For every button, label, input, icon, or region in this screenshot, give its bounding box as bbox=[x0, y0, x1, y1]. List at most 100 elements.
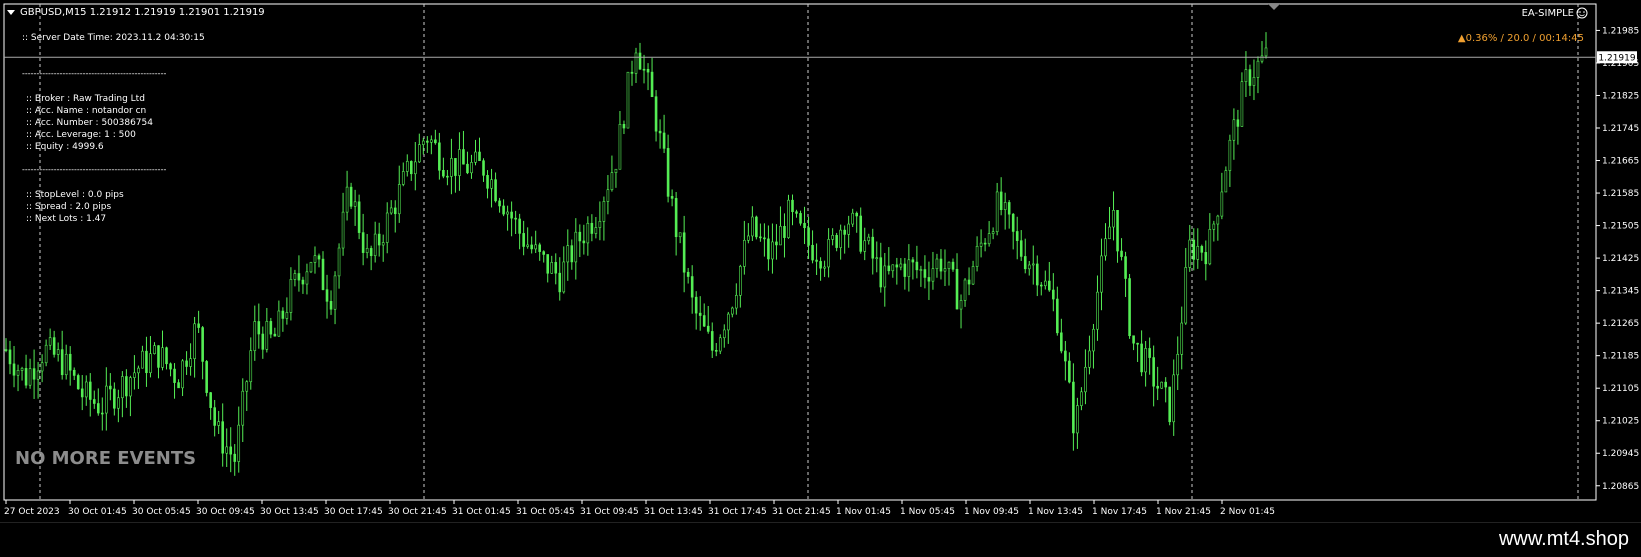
candle-body bbox=[361, 232, 365, 253]
y-tick-label: 1.21105 bbox=[1602, 384, 1639, 394]
chart-frame[interactable]: 1.21985 1.21905 1.21825 1.21745 1.21665 1.215… bbox=[0, 0, 1641, 522]
y-tick-label: 1.21585 bbox=[1602, 189, 1639, 199]
candle-body bbox=[731, 307, 734, 315]
candle-body bbox=[60, 349, 64, 376]
candle-body bbox=[293, 273, 297, 280]
candle-body bbox=[951, 261, 955, 270]
candle-body bbox=[52, 337, 56, 355]
candle-body bbox=[1216, 215, 1220, 225]
y-tick-label: 1.21025 bbox=[1602, 417, 1639, 427]
candle-body bbox=[739, 266, 742, 296]
candle-body bbox=[325, 289, 329, 302]
x-tick-label: 30 Oct 17:45 bbox=[324, 507, 383, 517]
candle-body bbox=[943, 268, 947, 272]
candle-body bbox=[803, 222, 806, 229]
candle-body bbox=[249, 350, 253, 383]
candle-body bbox=[771, 241, 774, 260]
candle-body bbox=[871, 236, 875, 259]
candle-body bbox=[44, 344, 48, 364]
candle-body bbox=[726, 313, 730, 331]
x-tick-label: 31 Oct 09:45 bbox=[580, 507, 639, 517]
candle-body bbox=[1124, 256, 1127, 279]
candle-body bbox=[1264, 47, 1268, 57]
candle-body bbox=[863, 240, 867, 252]
candle-body bbox=[1196, 246, 1200, 260]
candle-body bbox=[145, 350, 148, 374]
candle-body bbox=[1100, 255, 1103, 293]
symbol-header: GBPUSD,M15 1.21912 1.21919 1.21901 1.219… bbox=[20, 7, 265, 18]
y-axis: 1.219851.219051.218251.217451.216651.215… bbox=[1596, 26, 1639, 492]
candle-body bbox=[827, 239, 830, 268]
candle-body bbox=[225, 446, 229, 454]
info-broker: :: Broker : Raw Trading Ltd bbox=[26, 94, 145, 104]
ea-name-label: EA-SIMPLE bbox=[1522, 8, 1574, 19]
candle-body bbox=[594, 227, 598, 234]
candle-body bbox=[662, 132, 666, 149]
footer-site: www.mt4.shop bbox=[1498, 528, 1629, 550]
candle-body bbox=[1023, 256, 1027, 270]
candle-body bbox=[233, 453, 237, 462]
candle-body bbox=[289, 279, 293, 313]
candle-body bbox=[999, 191, 1003, 211]
y-tick-label: 1.21825 bbox=[1602, 91, 1639, 101]
candle-body bbox=[28, 368, 32, 386]
candle-body bbox=[1132, 335, 1135, 344]
candle-body bbox=[454, 158, 457, 176]
candle-body bbox=[373, 233, 377, 257]
candle-body bbox=[714, 350, 718, 352]
candle-body bbox=[530, 244, 533, 250]
candle-body bbox=[389, 207, 393, 214]
candle-body bbox=[919, 269, 923, 271]
candle-body bbox=[1108, 226, 1111, 240]
candle-body bbox=[678, 232, 682, 238]
news-watermark: NO MORE EVENTS bbox=[15, 448, 196, 469]
candle-body bbox=[1228, 139, 1232, 171]
candle-body bbox=[113, 388, 116, 409]
candle-body bbox=[570, 245, 574, 263]
candle-body bbox=[718, 337, 722, 352]
info-acc-number: :: Acc. Number : 500386754 bbox=[26, 118, 153, 128]
candle-body bbox=[165, 347, 168, 365]
candle-body bbox=[891, 264, 895, 272]
candle-body bbox=[20, 368, 24, 371]
candle-body bbox=[269, 321, 273, 335]
candle-body bbox=[209, 392, 212, 408]
candle-body bbox=[1048, 280, 1051, 291]
candle-body bbox=[277, 310, 281, 337]
price-chart[interactable]: 1.219851.219051.218251.217451.216651.215… bbox=[0, 0, 1641, 522]
candle-body bbox=[646, 68, 650, 73]
candle-body bbox=[622, 124, 626, 129]
candle-body bbox=[574, 231, 578, 263]
candle-body bbox=[710, 331, 714, 351]
candle-body bbox=[1104, 238, 1107, 257]
candle-body bbox=[1200, 246, 1204, 253]
candle-body bbox=[698, 312, 702, 316]
candle-body bbox=[490, 179, 493, 189]
x-tick-label: 31 Oct 13:45 bbox=[644, 507, 703, 517]
candle-body bbox=[887, 265, 891, 272]
candle-body bbox=[759, 236, 762, 239]
candle-body bbox=[1003, 202, 1007, 211]
candle-body bbox=[658, 130, 662, 134]
candle-body bbox=[510, 211, 513, 219]
separator-top: ----------------------------------------… bbox=[22, 69, 166, 78]
candle-body bbox=[851, 212, 854, 225]
candle-body bbox=[117, 397, 120, 409]
candle-body bbox=[1088, 350, 1091, 368]
candle-body bbox=[735, 295, 738, 309]
candle-body bbox=[526, 244, 529, 247]
y-tick-label: 1.21185 bbox=[1602, 352, 1639, 362]
candle-body bbox=[486, 175, 489, 189]
info-spread: :: Spread : 2.0 pips bbox=[26, 202, 111, 212]
candle-body bbox=[125, 376, 128, 397]
candle-body bbox=[405, 161, 409, 172]
info-acc-name: :: Acc. Name : notandor cn bbox=[26, 106, 146, 116]
candle-body bbox=[795, 211, 798, 214]
candle-body bbox=[1220, 191, 1224, 217]
candle-body bbox=[590, 222, 594, 234]
candle-body bbox=[149, 353, 152, 374]
candle-body bbox=[602, 201, 606, 222]
candle-body bbox=[522, 233, 525, 247]
candle-body bbox=[72, 369, 76, 376]
candle-body bbox=[1184, 267, 1188, 324]
